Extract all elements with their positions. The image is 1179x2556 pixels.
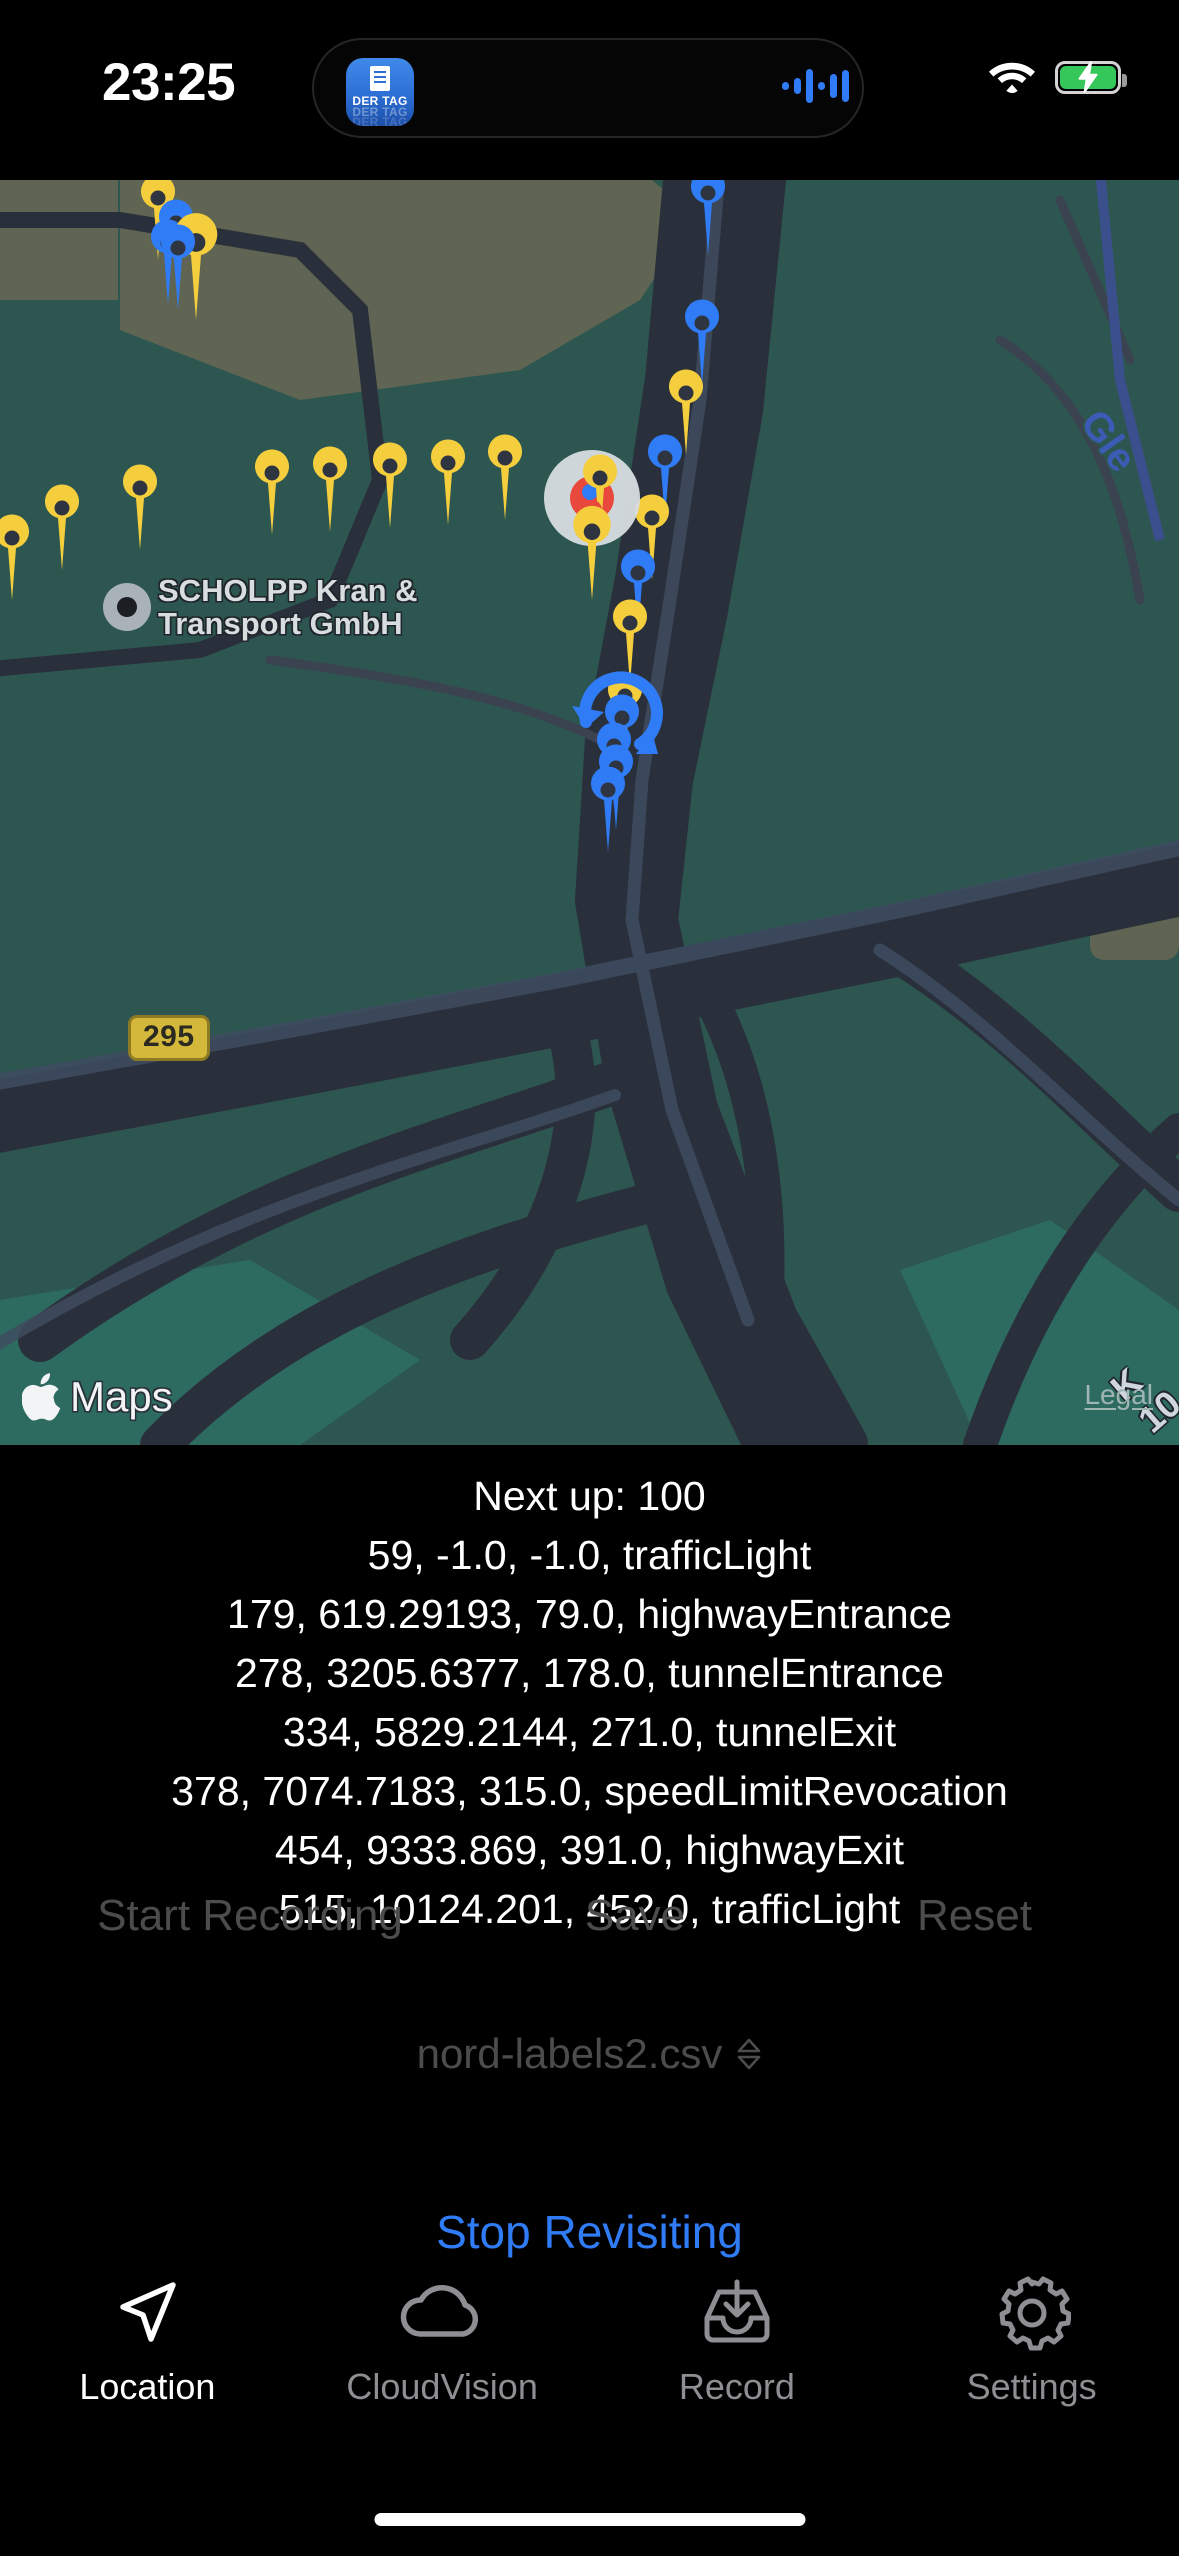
battery-charging-icon bbox=[1055, 60, 1127, 94]
road-shield-295: 295 bbox=[128, 1015, 210, 1061]
navigation-arrow-icon bbox=[110, 2274, 184, 2352]
status-bar-time: 23:25 bbox=[102, 53, 236, 112]
map-view[interactable]: SCHOLPP Kran & Transport GmbH 295 K 10 G… bbox=[0, 180, 1179, 1445]
poi-marker-icon[interactable] bbox=[103, 583, 151, 631]
label-row: 179, 619.29193, 79.0, highwayEntrance bbox=[227, 1591, 952, 1638]
dynamic-island-app-label-ghost-2: DER TAG bbox=[352, 115, 408, 126]
tray-download-icon bbox=[697, 2274, 777, 2352]
tab-record[interactable]: Record bbox=[590, 2274, 885, 2408]
audio-waveform-icon bbox=[782, 66, 849, 106]
status-bar: 23:25 DER TAG DER TAG DER TAG bbox=[0, 0, 1179, 180]
cloud-icon bbox=[398, 2274, 486, 2352]
control-panel: Next up: 100 59, -1.0, -1.0, trafficLigh… bbox=[0, 1445, 1179, 2556]
tab-bar: Location CloudVision Record Settings bbox=[0, 2254, 1179, 2444]
tab-cloudvision[interactable]: CloudVision bbox=[295, 2274, 590, 2408]
stop-revisiting-button[interactable]: Stop Revisiting bbox=[0, 2205, 1179, 2259]
legal-link[interactable]: Legal bbox=[1084, 1379, 1153, 1411]
label-row: 59, -1.0, -1.0, trafficLight bbox=[367, 1532, 812, 1579]
label-list: Next up: 100 59, -1.0, -1.0, trafficLigh… bbox=[0, 1445, 1179, 1939]
label-row: 378, 7074.7183, 315.0, speedLimitRevocat… bbox=[171, 1768, 1008, 1815]
status-bar-indicators bbox=[989, 60, 1127, 94]
action-button-row: Start Recording Save Reset bbox=[0, 1891, 1179, 1941]
wifi-icon bbox=[989, 60, 1035, 94]
label-row: 278, 3205.6377, 178.0, tunnelEntrance bbox=[235, 1650, 944, 1697]
tab-record-label: Record bbox=[678, 2366, 795, 2407]
poi-label: SCHOLPP Kran & Transport GmbH bbox=[158, 573, 418, 641]
apple-logo-icon bbox=[22, 1373, 61, 1421]
map-canvas bbox=[0, 180, 1179, 1445]
maps-attribution-label: Maps bbox=[70, 1373, 173, 1420]
tab-cloudvision-label: CloudVision bbox=[346, 2366, 538, 2407]
gear-icon bbox=[993, 2274, 1071, 2352]
home-indicator[interactable] bbox=[374, 2513, 805, 2526]
tab-location-label: Location bbox=[79, 2366, 216, 2407]
reset-button[interactable]: Reset bbox=[770, 1891, 1179, 1941]
tab-settings[interactable]: Settings bbox=[884, 2274, 1179, 2408]
file-picker-value: nord-labels2.csv bbox=[416, 2030, 723, 2077]
start-recording-button[interactable]: Start Recording bbox=[0, 1891, 500, 1941]
chevron-up-down-icon bbox=[736, 2037, 762, 2071]
document-icon bbox=[370, 66, 390, 91]
save-button[interactable]: Save bbox=[500, 1891, 770, 1941]
label-row: 454, 9333.869, 391.0, highwayExit bbox=[274, 1827, 905, 1874]
file-picker[interactable]: nord-labels2.csv bbox=[0, 2030, 1179, 2078]
dynamic-island-app-icon[interactable]: DER TAG DER TAG DER TAG bbox=[346, 58, 414, 126]
tab-location[interactable]: Location bbox=[0, 2274, 295, 2408]
label-row: 334, 5829.2144, 271.0, tunnelExit bbox=[282, 1709, 897, 1756]
apple-maps-attribution: Maps bbox=[22, 1371, 173, 1423]
next-up-label: Next up: 100 bbox=[473, 1473, 706, 1519]
tab-settings-label: Settings bbox=[966, 2366, 1097, 2407]
